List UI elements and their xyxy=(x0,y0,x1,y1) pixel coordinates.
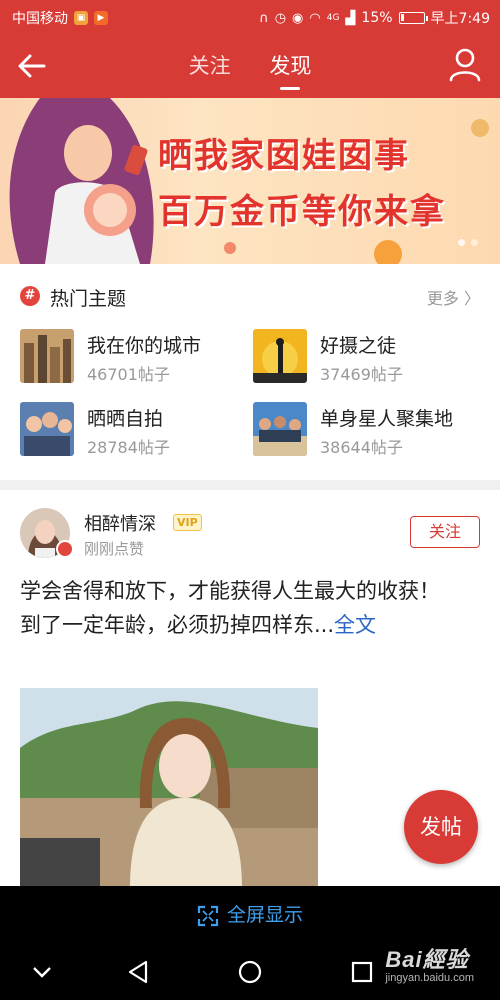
topic-post-count: 28784帖子 xyxy=(87,438,170,457)
clock: 早上7:49 xyxy=(430,11,490,27)
topic-thumbnail xyxy=(253,329,307,383)
post-photo[interactable] xyxy=(20,688,318,886)
like-badge-icon xyxy=(56,540,74,558)
topic-item[interactable]: 单身星人聚集地 38644帖子 xyxy=(253,402,473,458)
topic-name: 好摄之徒 xyxy=(320,335,397,357)
nav-home-button[interactable] xyxy=(236,958,264,986)
post-text-line: 学会舍得和放下，才能获得人生最大的收获！ xyxy=(20,579,440,603)
tab-discover[interactable]: 发现 xyxy=(269,50,311,90)
hot-topics-header: # 热门主题 更多 〉 xyxy=(20,284,480,312)
wifi-icon: ◠ xyxy=(309,10,321,26)
topic-name: 晒晒自拍 xyxy=(87,408,164,430)
expand-icon xyxy=(197,905,219,926)
status-bar: 中国移动 ▣ ▶ ∩ ◷ ◉ ◠ 4G ▟ 15% 早上7:49 xyxy=(0,0,500,34)
chevron-down-icon xyxy=(33,967,51,978)
promo-banner[interactable]: 晒我家囡娃囡事 百万金币等你来拿 xyxy=(0,98,500,264)
profile-button[interactable] xyxy=(448,47,482,83)
read-more-link[interactable]: 全文 xyxy=(334,613,376,637)
square-recents-icon xyxy=(351,961,373,983)
banner-pager xyxy=(458,239,478,246)
section-title: 热门主题 xyxy=(50,288,127,310)
user-icon xyxy=(449,48,481,82)
topic-thumbnail xyxy=(20,402,74,456)
battery-icon xyxy=(398,12,428,24)
hashtag-icon: # xyxy=(20,286,40,306)
alarm-icon: ◷ xyxy=(274,10,287,26)
nav-back-button[interactable] xyxy=(124,958,152,986)
signal-icon: ▟ xyxy=(345,10,356,26)
topic-item[interactable]: 好摄之徒 37469帖子 xyxy=(253,329,473,385)
video-app-icon: ▶ xyxy=(94,11,108,25)
new-post-button[interactable]: 发帖 xyxy=(404,790,478,864)
activity-status: 刚刚点赞 xyxy=(84,540,145,558)
topic-thumbnail xyxy=(253,402,307,456)
follow-button[interactable]: 关注 xyxy=(410,516,480,548)
topic-item[interactable]: 晒晒自拍 28784帖子 xyxy=(20,402,240,458)
battery-percent: 15% xyxy=(361,10,393,26)
top-nav: 关注 发现 xyxy=(0,34,500,98)
triangle-back-icon xyxy=(128,960,148,984)
fullscreen-label: 全屏显示 xyxy=(226,904,303,926)
eye-icon: ◉ xyxy=(292,10,304,26)
tab-following[interactable]: 关注 xyxy=(189,50,231,80)
topic-post-count: 38644帖子 xyxy=(320,438,403,457)
topic-name: 我在你的城市 xyxy=(87,335,202,357)
hot-topics-section: # 热门主题 更多 〉 我在你的城市 46701帖子 好摄之徒 37469帖子 … xyxy=(0,264,500,480)
author-name[interactable]: 相醉情深 xyxy=(84,510,156,536)
notification-icon: ▣ xyxy=(74,11,88,25)
feed-tabs: 关注 发现 xyxy=(0,50,500,90)
nav-recents-button[interactable] xyxy=(348,958,376,986)
carrier-label: 中国移动 xyxy=(12,11,68,27)
post-text-line: 到了一定年龄，必须扔掉四样东...全文 xyxy=(20,613,377,637)
fullscreen-button[interactable]: 全屏显示 xyxy=(0,886,500,944)
topic-name: 单身星人聚集地 xyxy=(320,408,454,430)
banner-headline: 晒我家囡娃囡事 xyxy=(158,136,410,176)
topic-post-count: 46701帖子 xyxy=(87,365,170,384)
topic-thumbnail xyxy=(20,329,74,383)
post-body: 学会舍得和放下，才能获得人生最大的收获！ 到了一定年龄，必须扔掉四样东...全文 xyxy=(20,574,480,642)
banner-subheadline: 百万金币等你来拿 xyxy=(158,192,446,232)
baidu-jingyan-watermark: Bai經验 jingyan.baidu.com xyxy=(385,947,474,984)
topic-item[interactable]: 我在你的城市 46701帖子 xyxy=(20,329,240,385)
collapse-nav-button[interactable] xyxy=(28,958,56,986)
headset-icon: ∩ xyxy=(259,10,269,26)
vip-badge: VIP xyxy=(173,514,202,531)
banner-illustration xyxy=(9,98,489,264)
topic-post-count: 37469帖子 xyxy=(320,365,403,384)
circle-home-icon xyxy=(238,960,262,984)
more-link[interactable]: 更多 〉 xyxy=(427,285,480,309)
signal-label: 4G xyxy=(326,13,340,23)
